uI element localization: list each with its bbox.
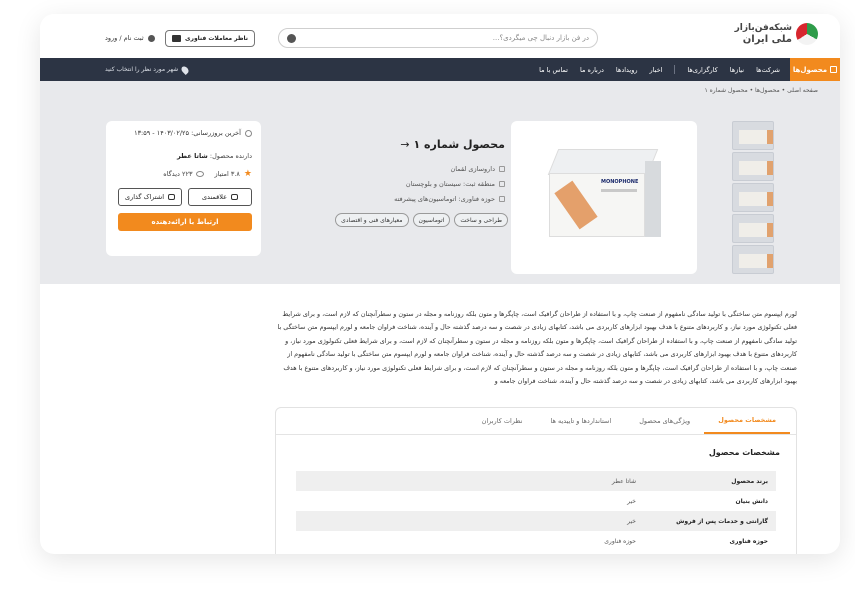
logo-line-1: شبکه‌فن‌بازار [734, 23, 792, 33]
specs-title: مشخصات محصول [708, 448, 780, 457]
product-description: لورم ایپسوم متن ساختگی با تولید سادگی نا… [277, 310, 798, 386]
tag-chip[interactable]: طراحی و ساخت [454, 213, 508, 227]
search-icon[interactable] [287, 33, 296, 43]
nav-item-needs[interactable]: نیازها [730, 66, 744, 74]
nav-item-products[interactable]: محصول‌ها [790, 58, 840, 81]
tab-features[interactable]: ویژگی‌های محصول [625, 408, 704, 434]
product-title: محصول شماره ۱ → [400, 138, 505, 151]
product-hero: صفحه اصلی • محصول‌ها • محصول شماره ۱ MON… [40, 81, 840, 284]
building-icon [499, 165, 505, 172]
heart-icon [231, 194, 239, 200]
tag-chip[interactable]: اتوماسیون [412, 213, 451, 227]
thumbnail[interactable] [732, 121, 774, 150]
product-info-card: آخرین بروزرسانی: ۱۴۰۳/۰۲/۲۵ - ۱۳:۵۹ دارن… [106, 121, 261, 256]
share-icon [168, 194, 176, 200]
rating-value: ۳.۸ امتیاز [214, 170, 240, 178]
search-input[interactable]: در فن بازار دنبال چی میگردی؟... [278, 28, 598, 48]
map-icon [499, 180, 505, 187]
comment-icon [196, 171, 205, 177]
views-value: ۲۲۳ دیدگاه [163, 170, 193, 178]
product-box-illustration: MONOPHONE [547, 149, 661, 245]
chat-icon [172, 35, 181, 42]
rating-stats: ★ ۳.۸ امتیاز ۲۲۳ دیدگاه [115, 169, 252, 179]
share-button[interactable]: اشتراک گذاری [118, 188, 182, 206]
details-tabs: مشخصات محصول ویژگی‌های محصول استانداردها… [276, 408, 796, 435]
nav-item-companies[interactable]: شرکت‌ها [756, 66, 780, 74]
login-label: ثبت نام / ورود [105, 34, 144, 42]
browser-frame: شبکه‌فن‌بازار ملی ایران در فن بازار دنبا… [40, 14, 840, 554]
box-label: MONOPHONE [601, 179, 639, 185]
search-placeholder: در فن بازار دنبال چی میگردی؟... [492, 34, 589, 42]
nav-products-label: محصول‌ها [792, 65, 828, 74]
product-meta: داروسازی لقمان منطقه ثبت: سیستان و بلوچس… [335, 161, 505, 206]
table-row: حوزه فناوری حوزه فناوری [604, 537, 768, 545]
thumbnail[interactable] [732, 183, 774, 212]
location-pin-icon [180, 64, 191, 75]
user-icon [147, 34, 155, 42]
table-row: دانش بنیان خیر [627, 497, 768, 505]
tech-broker-label: ناظر معاملات فناوری [185, 35, 249, 42]
tab-reviews[interactable]: نظرات کاربران [468, 408, 537, 434]
nav-items: شرکت‌ها نیازها کارگزاری‌ها اخبار رویداده… [539, 58, 780, 81]
nav-item-events[interactable]: رویدادها [616, 66, 638, 74]
star-icon: ★ [243, 169, 252, 179]
site-logo[interactable]: شبکه‌فن‌بازار ملی ایران [735, 22, 818, 46]
arrow-right-icon: → [400, 138, 410, 151]
nav-divider [674, 65, 676, 74]
meta-company: داروسازی لقمان [335, 161, 505, 176]
thumbnail-list [732, 121, 774, 276]
product-details-panel: مشخصات محصول ویژگی‌های محصول استانداردها… [275, 407, 797, 554]
login-link[interactable]: ثبت نام / ورود [105, 34, 155, 42]
city-label: شهر مورد نظر را انتخاب کنید [105, 66, 179, 73]
favorite-button[interactable]: علاقمندی [188, 188, 252, 206]
nav-item-news[interactable]: اخبار [650, 66, 663, 74]
thumbnail[interactable] [732, 152, 774, 181]
city-selector[interactable]: شهر مورد نظر را انتخاب کنید [105, 58, 191, 81]
main-navbar: محصول‌ها شرکت‌ها نیازها کارگزاری‌ها اخبا… [40, 58, 840, 81]
grid-icon [830, 66, 838, 73]
category-icon [499, 195, 505, 202]
meta-tech-field: حوزه فناوری: اتوماسیون‌های پیشرفته [335, 191, 505, 206]
contact-provider-button[interactable]: ارتباط با ارائه‌دهنده [118, 213, 252, 231]
table-row: گارانتی و خدمات پس از فروش خیر [296, 511, 776, 531]
nav-item-about[interactable]: درباره ما [580, 66, 604, 74]
last-updated: آخرین بروزرسانی: ۱۴۰۳/۰۲/۲۵ - ۱۳:۵۹ [115, 129, 252, 137]
product-image[interactable]: MONOPHONE [511, 121, 697, 274]
top-header: شبکه‌فن‌بازار ملی ایران در فن بازار دنبا… [40, 14, 840, 58]
clock-icon [245, 129, 252, 137]
specs-table: برند محصول شاتا عطر دانش بنیان خیر گاران… [296, 471, 776, 551]
table-row: برند محصول شاتا عطر [296, 471, 776, 491]
thumbnail[interactable] [732, 245, 774, 274]
logo-line-2: ملی ایران [742, 34, 792, 45]
tech-broker-button[interactable]: ناظر معاملات فناوری [165, 30, 256, 47]
tag-chip[interactable]: معیارهای فنی و اقتصادی [335, 213, 409, 227]
tag-chips: طراحی و ساخت اتوماسیون معیارهای فنی و اق… [318, 213, 508, 227]
nav-item-contact[interactable]: تماس با ما [539, 66, 568, 74]
tab-standards[interactable]: استانداردها و تاییدیه ها [537, 408, 626, 434]
nav-item-brokers[interactable]: کارگزاری‌ها [687, 66, 717, 74]
product-owner: دارنده محصول: شاتا عطر [177, 152, 252, 160]
tab-specs[interactable]: مشخصات محصول [704, 408, 790, 434]
thumbnail[interactable] [732, 214, 774, 243]
breadcrumb[interactable]: صفحه اصلی • محصول‌ها • محصول شماره ۱ [705, 87, 819, 94]
meta-region: منطقه ثبت: سیستان و بلوچستان [335, 176, 505, 191]
logo-mark-icon [796, 23, 818, 45]
